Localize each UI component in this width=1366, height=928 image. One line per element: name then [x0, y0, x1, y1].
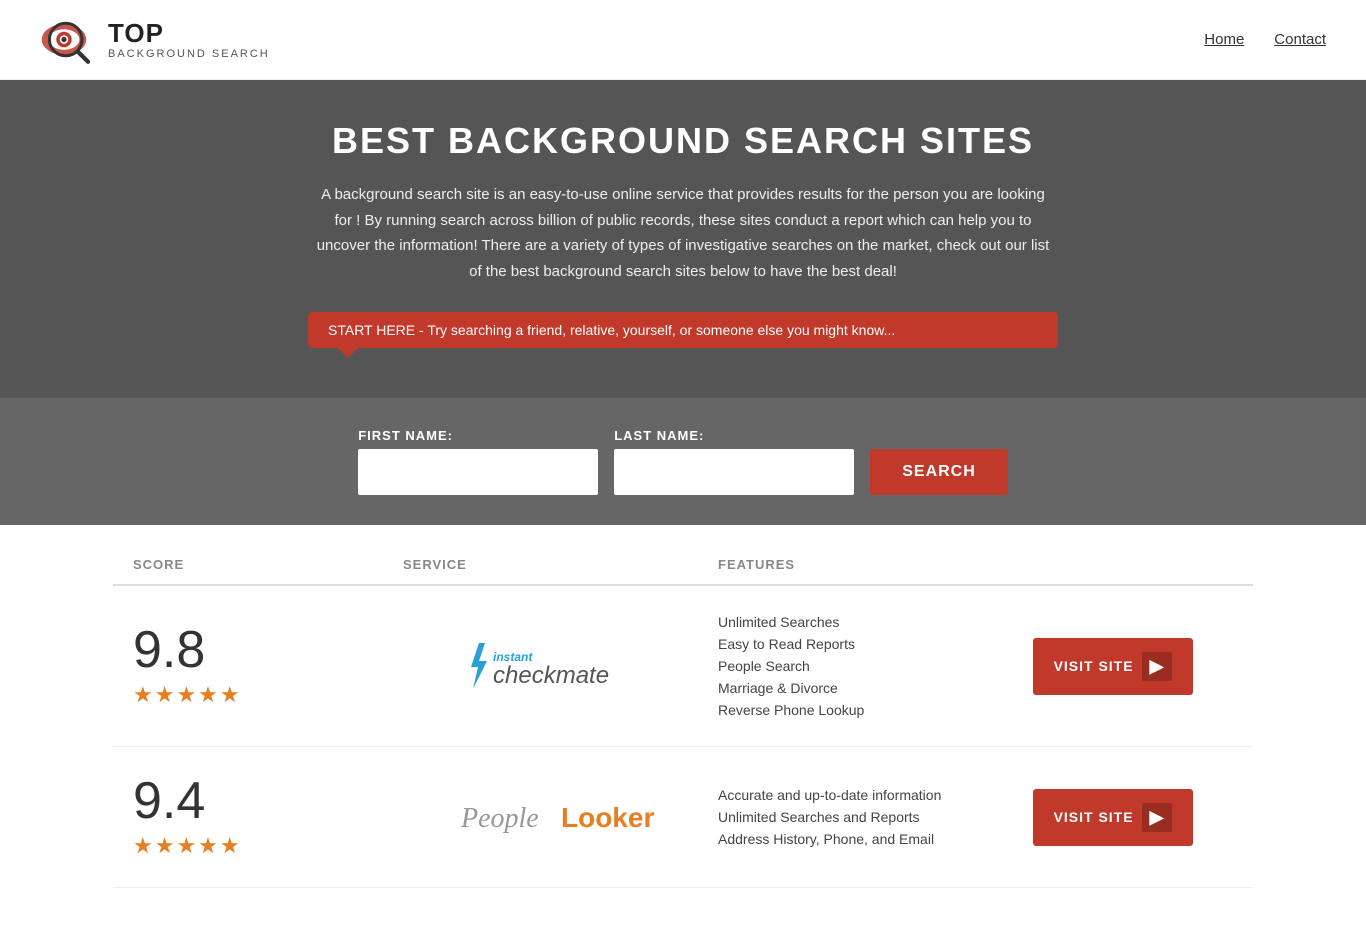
features-cell-1: Unlimited Searches Easy to Read Reports …: [718, 614, 1033, 718]
score-cell-1: 9.8 ★★★★★: [133, 624, 403, 708]
features-cell-2: Accurate and up-to-date information Unli…: [718, 787, 1033, 847]
results-table: SCORE SERVICE FEATURES 9.8 ★★★★★ instant…: [93, 525, 1273, 928]
score-1: 9.8: [133, 624, 205, 676]
visit-site-button-1[interactable]: VISIT SITE ▶: [1033, 638, 1193, 695]
tooltip-banner: START HERE - Try searching a friend, rel…: [308, 312, 1058, 348]
last-name-input[interactable]: [614, 449, 854, 495]
stars-2: ★★★★★: [133, 833, 242, 859]
feature-2-2: Address History, Phone, and Email: [718, 831, 1033, 847]
page-title: BEST BACKGROUND SEARCH SITES: [20, 120, 1346, 162]
feature-1-1: Easy to Read Reports: [718, 636, 1033, 652]
table-header: SCORE SERVICE FEATURES: [113, 545, 1253, 586]
feature-1-3: Marriage & Divorce: [718, 680, 1033, 696]
search-form-wrap: FIRST NAME: LAST NAME: SEARCH: [0, 398, 1366, 525]
instant-checkmate-logo: instant checkmate: [461, 639, 661, 694]
stars-1: ★★★★★: [133, 682, 242, 708]
nav-home[interactable]: Home: [1204, 31, 1244, 48]
feature-1-4: Reverse Phone Lookup: [718, 702, 1033, 718]
col-service: SERVICE: [403, 557, 718, 572]
main-nav: Home Contact: [1204, 31, 1326, 48]
svg-text:People: People: [461, 803, 539, 834]
feature-1-0: Unlimited Searches: [718, 614, 1033, 630]
last-name-group: LAST NAME:: [614, 428, 854, 495]
logo-top: TOP: [108, 19, 270, 48]
svg-text:Looker: Looker: [561, 802, 654, 833]
table-row: 9.4 ★★★★★ People Looker Accurate and up-…: [113, 747, 1253, 888]
logo: TOP BACKGROUND SEARCH: [40, 12, 270, 67]
col-action: [1033, 557, 1233, 572]
peoplelooker-logo: People Looker: [461, 789, 661, 846]
first-name-group: FIRST NAME:: [358, 428, 598, 495]
feature-2-0: Accurate and up-to-date information: [718, 787, 1033, 803]
visit-cell-1: VISIT SITE ▶: [1033, 638, 1233, 695]
logo-text: TOP BACKGROUND SEARCH: [108, 19, 270, 60]
service-logo-2: People Looker: [403, 789, 718, 846]
nav-contact[interactable]: Contact: [1274, 31, 1326, 48]
last-name-label: LAST NAME:: [614, 428, 854, 443]
first-name-input[interactable]: [358, 449, 598, 495]
feature-2-1: Unlimited Searches and Reports: [718, 809, 1033, 825]
col-score: SCORE: [133, 557, 403, 572]
first-name-label: FIRST NAME:: [358, 428, 598, 443]
arrow-icon-2: ▶: [1142, 803, 1173, 832]
col-features: FEATURES: [718, 557, 1033, 572]
hero-section: BEST BACKGROUND SEARCH SITES A backgroun…: [0, 80, 1366, 398]
visit-label-1: VISIT SITE: [1054, 658, 1134, 674]
search-button[interactable]: SEARCH: [870, 449, 1008, 495]
visit-cell-2: VISIT SITE ▶: [1033, 789, 1233, 846]
svg-text:checkmate: checkmate: [493, 662, 609, 689]
search-form: FIRST NAME: LAST NAME: SEARCH: [253, 428, 1113, 495]
arrow-icon-1: ▶: [1142, 652, 1173, 681]
logo-bottom: BACKGROUND SEARCH: [108, 48, 270, 60]
hero-description: A background search site is an easy-to-u…: [313, 182, 1053, 284]
table-row: 9.8 ★★★★★ instant checkmate Unlimited Se…: [113, 586, 1253, 747]
service-logo-1: instant checkmate: [403, 639, 718, 694]
score-cell-2: 9.4 ★★★★★: [133, 775, 403, 859]
feature-1-2: People Search: [718, 658, 1033, 674]
visit-site-button-2[interactable]: VISIT SITE ▶: [1033, 789, 1193, 846]
score-2: 9.4: [133, 775, 205, 827]
visit-label-2: VISIT SITE: [1054, 809, 1134, 825]
tooltip-text: START HERE - Try searching a friend, rel…: [328, 322, 895, 338]
